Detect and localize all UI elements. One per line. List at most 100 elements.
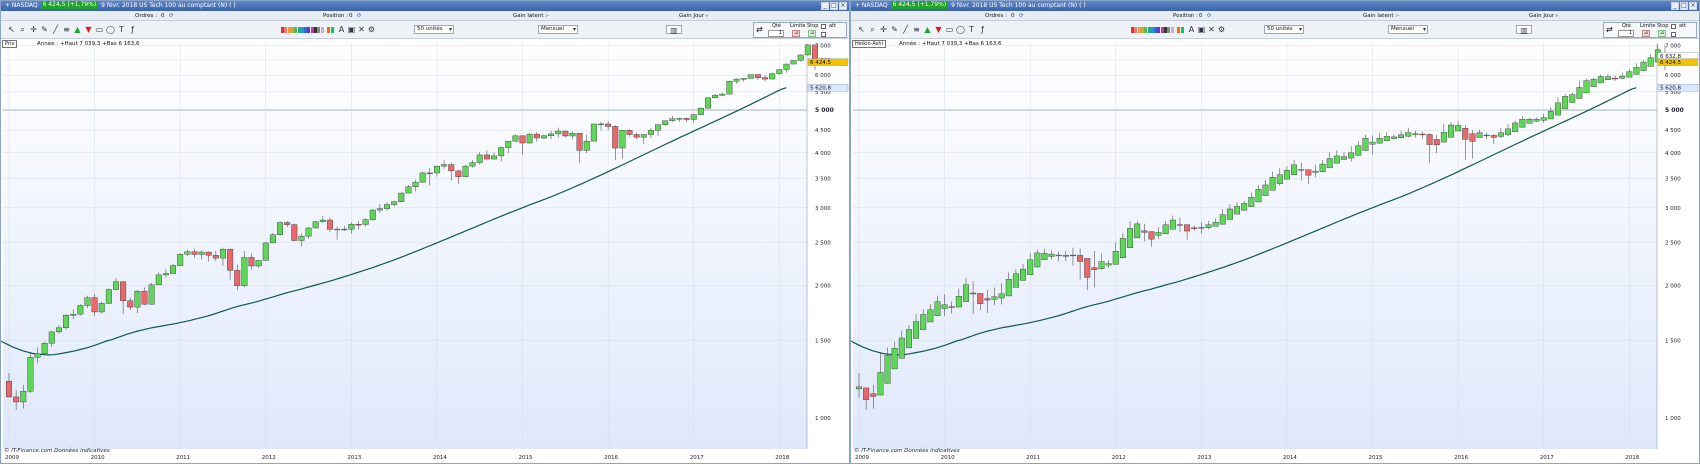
x-tick-label: 2011 — [176, 455, 190, 461]
text-icon[interactable]: T — [117, 25, 126, 34]
pencil-icon[interactable]: ✎ — [890, 25, 899, 34]
color-swatch[interactable] — [330, 27, 334, 33]
rectangle-icon[interactable]: ▭ — [945, 25, 954, 34]
refresh-icon[interactable]: ⟳ — [1207, 11, 1212, 21]
account-stats-bar: Ordres :0 Position :0 Gain latent : - Gain J… — [851, 11, 1699, 21]
candle — [177, 253, 184, 267]
ellipse-icon[interactable]: ◯ — [106, 25, 115, 34]
candle — [776, 69, 783, 75]
line-icon[interactable]: ╱ — [901, 25, 910, 34]
y-tick-label: 4 000 — [1665, 151, 1681, 157]
delete-icon[interactable]: ✕ — [357, 25, 366, 34]
y-tick-label: 7 000 — [1665, 44, 1681, 50]
x-tick-label: 2013 — [1197, 455, 1211, 461]
y-tick-label: 4 500 — [815, 128, 831, 134]
account-stats-bar: Ordres :0 Position :0 Gain latent : - Gain J… — [1, 11, 849, 21]
stop-button[interactable]: ⊿ — [808, 30, 816, 37]
crosshair-icon[interactable]: ✛ — [29, 25, 38, 34]
close-button[interactable]: × — [839, 2, 847, 10]
rectangle-icon[interactable]: ▭ — [95, 25, 104, 34]
refresh-icon[interactable]: ⟳ — [1019, 11, 1024, 21]
line-icon[interactable]: ╱ — [51, 25, 60, 34]
period-select[interactable]: Mensuel — [1388, 25, 1428, 34]
arrow-up-icon[interactable]: ▲ — [73, 25, 82, 34]
arrow-down-icon[interactable]: ▼ — [84, 25, 93, 34]
att-checkbox[interactable] — [821, 24, 826, 29]
gain-latent-value: - — [547, 13, 549, 19]
properties-icon[interactable]: ⚙ — [367, 25, 376, 34]
x-tick-label: 2015 — [1369, 455, 1383, 461]
period-select[interactable]: Mensuel — [538, 25, 578, 34]
zoom-icon[interactable]: ⌕ — [868, 25, 877, 34]
close-button[interactable]: × — [1689, 2, 1697, 10]
gain-latent-value: - — [1397, 13, 1399, 19]
save-icon[interactable]: ▣ — [1197, 25, 1206, 34]
arrow-down-icon[interactable]: ▼ — [934, 25, 943, 34]
pencil-icon[interactable]: ✎ — [40, 25, 49, 34]
maximize-button[interactable]: □ — [830, 2, 838, 10]
y-tick-label: 3 500 — [815, 176, 831, 182]
properties-icon[interactable]: ⚙ — [1217, 25, 1226, 34]
option-checkbox[interactable] — [1671, 32, 1676, 37]
gain-latent-label: Gain latent : — [1363, 13, 1398, 19]
data-source-footer: © IT-Finance.com Données indicatives — [854, 448, 960, 454]
position-value: 0 — [1199, 13, 1203, 19]
ellipse-icon[interactable]: ◯ — [956, 25, 965, 34]
maximize-button[interactable]: □ — [1680, 2, 1688, 10]
fibonacci-icon[interactable]: ≡ — [62, 25, 71, 34]
candle — [77, 304, 84, 316]
drawing-toolbar: ↖⌕✛✎╱≡▲▼▭◯Tƒ A▣✕⚙ 50 unités Mensuel ▥ ⇄ Qté1 Li… — [851, 21, 1699, 39]
text-tool-icon[interactable]: A — [337, 25, 346, 34]
stop-button[interactable]: ⊿ — [1658, 30, 1666, 37]
limit-button[interactable]: ⊿ — [792, 30, 800, 37]
refresh-icon[interactable]: ⟳ — [169, 11, 174, 21]
window-title-bar[interactable]: + NASDAQ 6 424,5 (+1,79%) 9 févr. 2018 US … — [1, 1, 849, 11]
quick-order-icon[interactable]: ⇄ — [1606, 26, 1613, 34]
delete-icon[interactable]: ✕ — [1207, 25, 1216, 34]
units-select[interactable]: 50 unités — [1264, 25, 1304, 34]
chart-window-right[interactable]: 1 000 1 500 2 000 2 500 3 000 3 500 4 000 4 500… — [850, 0, 1700, 464]
candle — [790, 60, 797, 65]
qty-label: Qté — [772, 23, 781, 29]
price-type-tag[interactable]: Heikin-Ashi — [852, 40, 886, 48]
price-chart[interactable]: 1 000 1 500 2 000 2 500 3 000 3 500 4 000 4 500… — [851, 39, 1699, 464]
color-swatch[interactable] — [1180, 27, 1184, 33]
candle — [697, 107, 704, 116]
x-tick-label: 2015 — [519, 455, 533, 461]
chart-settings-icon[interactable]: ▥ — [666, 25, 682, 35]
text-tool-icon[interactable]: A — [1187, 25, 1196, 34]
candle — [105, 288, 112, 305]
price-chart[interactable]: 1 000 1 500 2 000 2 500 3 000 3 500 4 000 4 500… — [1, 39, 849, 464]
y-tick-label: 3 000 — [1665, 206, 1681, 212]
text-icon[interactable]: T — [967, 25, 976, 34]
price-type-tag[interactable]: Prix — [2, 40, 18, 48]
crosshair-icon[interactable]: ✛ — [879, 25, 888, 34]
refresh-icon[interactable]: ⟳ — [357, 11, 362, 21]
window-title-bar[interactable]: + NASDAQ 6 424,5 (+1,79%) 9 févr. 2018 US … — [851, 1, 1699, 11]
qty-input[interactable]: 1 — [768, 30, 784, 37]
indicator-icon[interactable]: ƒ — [128, 25, 137, 34]
option-checkbox[interactable] — [821, 32, 826, 37]
y-tick-label: 5 000 — [1665, 107, 1684, 114]
gain-latent-label: Gain latent : — [513, 13, 548, 19]
chart-window-left[interactable]: 1 000 1 500 2 000 2 500 3 000 3 500 4 000 4 500… — [0, 0, 850, 464]
window-title: + NASDAQ — [5, 2, 38, 9]
att-checkbox[interactable] — [1671, 24, 1676, 29]
y-tick-label: 6 000 — [815, 73, 831, 79]
minimize-button[interactable]: _ — [821, 2, 829, 10]
cursor-icon[interactable]: ↖ — [7, 25, 16, 34]
units-select[interactable]: 50 unités — [414, 25, 454, 34]
cursor-icon[interactable]: ↖ — [857, 25, 866, 34]
zoom-icon[interactable]: ⌕ — [18, 25, 27, 34]
x-tick-label: 2009 — [855, 455, 869, 461]
arrow-up-icon[interactable]: ▲ — [923, 25, 932, 34]
save-icon[interactable]: ▣ — [347, 25, 356, 34]
minimize-button[interactable]: _ — [1671, 2, 1679, 10]
indicator-icon[interactable]: ƒ — [978, 25, 987, 34]
position-label: Position : — [323, 13, 349, 19]
fibonacci-icon[interactable]: ≡ — [912, 25, 921, 34]
chart-settings-icon[interactable]: ▥ — [1516, 25, 1532, 35]
qty-input[interactable]: 1 — [1618, 30, 1634, 37]
limit-button[interactable]: ⊿ — [1642, 30, 1650, 37]
quick-order-icon[interactable]: ⇄ — [756, 26, 763, 34]
